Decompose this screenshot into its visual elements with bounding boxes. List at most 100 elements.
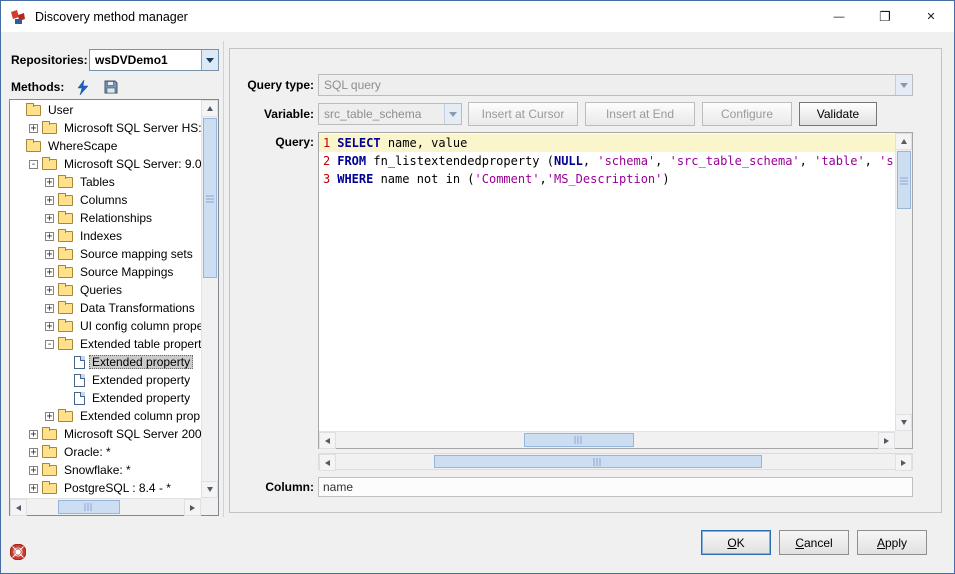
repositories-combo-arrow-icon[interactable]	[201, 50, 218, 70]
column-field[interactable]	[318, 477, 913, 497]
minimize-button[interactable]: —	[816, 1, 862, 32]
variable-combo[interactable]: src_table_schema	[318, 103, 462, 125]
collapse-icon[interactable]: -	[29, 160, 38, 169]
window-title: Discovery method manager	[35, 10, 188, 24]
tree-item[interactable]: +Source Mappings	[11, 263, 201, 281]
expand-icon[interactable]: +	[29, 466, 38, 475]
scroll-right-icon[interactable]	[184, 499, 201, 516]
code-line[interactable]: 3WHERE name not in ('Comment','MS_Descri…	[319, 170, 895, 188]
expand-icon[interactable]: +	[29, 448, 38, 457]
tree-horizontal-scrollbar[interactable]	[10, 498, 201, 515]
tree-vscroll-thumb[interactable]	[203, 118, 217, 278]
methods-row: Methods:	[11, 77, 219, 97]
editor-vertical-scrollbar[interactable]	[895, 133, 912, 431]
query-pane-horizontal-scrollbar[interactable]	[318, 453, 913, 470]
scroll-up-icon[interactable]	[201, 100, 218, 117]
insert-at-cursor-button[interactable]: Insert at Cursor	[468, 102, 578, 126]
tree-item[interactable]: +Indexes	[11, 227, 201, 245]
code-line[interactable]: 1SELECT name, value	[319, 134, 895, 152]
save-method-icon[interactable]	[102, 78, 120, 96]
scroll-left-icon[interactable]	[319, 432, 336, 449]
folder-icon	[42, 447, 57, 458]
expand-icon[interactable]: +	[45, 232, 54, 241]
tree-item[interactable]: WhereScape	[11, 137, 201, 155]
cancel-button[interactable]: Cancel	[779, 530, 849, 555]
line-number: 1	[323, 136, 330, 150]
tree-item[interactable]: User	[11, 101, 201, 119]
expand-icon[interactable]: +	[29, 484, 38, 493]
tree-item-label: Oracle: *	[61, 445, 114, 459]
expand-icon[interactable]: +	[45, 268, 54, 277]
tree-item[interactable]: -Microsoft SQL Server: 9.0 -	[11, 155, 201, 173]
scroll-right-icon[interactable]	[878, 432, 895, 449]
help-lifebuoy-icon[interactable]	[10, 544, 26, 560]
method-tree: User + Microsoft SQL Server HS: S WhereScap…	[11, 101, 201, 498]
ok-button[interactable]: OK	[701, 530, 771, 555]
tree-item-label: Tables	[77, 175, 118, 189]
tree-item-label: Microsoft SQL Server HS: S	[61, 121, 201, 135]
expand-icon[interactable]: +	[45, 286, 54, 295]
collapse-icon[interactable]: -	[45, 340, 54, 349]
apply-button[interactable]: Apply	[857, 530, 927, 555]
tree-item[interactable]: +Queries	[11, 281, 201, 299]
tree-vertical-scrollbar[interactable]	[201, 100, 218, 498]
query-editor-content[interactable]: 1SELECT name, value2FROM fn_listextended…	[319, 133, 895, 431]
line-number: 2	[323, 154, 330, 168]
expand-icon[interactable]: +	[45, 178, 54, 187]
tree-item[interactable]: +Data Transformations	[11, 299, 201, 317]
tree-item-label: Columns	[77, 193, 130, 207]
maximize-button[interactable]: ❐	[862, 1, 908, 32]
tree-item[interactable]: +UI config column prope	[11, 317, 201, 335]
tree-item[interactable]: + Columns	[11, 191, 201, 209]
tree-item[interactable]: + Oracle: *	[11, 443, 201, 461]
expand-icon[interactable]: +	[45, 250, 54, 259]
editor-hscroll-thumb[interactable]	[524, 433, 634, 447]
query-editor[interactable]: 1SELECT name, value2FROM fn_listextended…	[318, 132, 913, 449]
editor-horizontal-scrollbar[interactable]	[319, 431, 895, 448]
folder-icon	[58, 177, 73, 188]
tree-item[interactable]: +Snowflake: *	[11, 461, 201, 479]
tree-item[interactable]: Extended property	[11, 353, 201, 371]
tree-item[interactable]: Extended property	[11, 389, 201, 407]
query-type-combo[interactable]: SQL query	[318, 74, 913, 96]
tree-item[interactable]: Extended property	[11, 371, 201, 389]
scroll-right-icon[interactable]	[895, 454, 912, 471]
tree-item[interactable]: +Relationships	[11, 209, 201, 227]
tree-item[interactable]: +Extended column prop	[11, 407, 201, 425]
scroll-left-icon[interactable]	[319, 454, 336, 471]
tree-item[interactable]: + Tables	[11, 173, 201, 191]
method-tree-panel: User + Microsoft SQL Server HS: S WhereScap…	[9, 99, 219, 516]
scroll-left-icon[interactable]	[10, 499, 27, 516]
expand-icon[interactable]: +	[45, 322, 54, 331]
expand-icon[interactable]: +	[45, 304, 54, 313]
tree-item[interactable]: -Extended table propert	[11, 335, 201, 353]
configure-button[interactable]: Configure	[702, 102, 792, 126]
folder-icon	[42, 429, 57, 440]
expand-icon[interactable]: +	[45, 214, 54, 223]
tree-item[interactable]: + Microsoft SQL Server HS: S	[11, 119, 201, 137]
scroll-down-icon[interactable]	[201, 481, 218, 498]
insert-at-end-button[interactable]: Insert at End	[585, 102, 695, 126]
expand-icon[interactable]: +	[29, 430, 38, 439]
expand-icon[interactable]: +	[29, 124, 38, 133]
expand-icon[interactable]: +	[45, 412, 54, 421]
panel-splitter[interactable]	[223, 41, 224, 517]
tree-item[interactable]: +PostgreSQL : 8.4 - *	[11, 479, 201, 497]
editor-vscroll-thumb[interactable]	[897, 151, 911, 209]
document-icon	[74, 356, 85, 369]
code-line[interactable]: 2FROM fn_listextendedproperty (NULL, 'sc…	[319, 152, 895, 170]
refresh-methods-icon[interactable]	[74, 78, 92, 96]
expand-icon[interactable]: +	[45, 196, 54, 205]
folder-icon	[26, 105, 41, 116]
methods-label: Methods:	[11, 80, 64, 94]
scroll-up-icon[interactable]	[895, 133, 912, 150]
validate-button[interactable]: Validate	[799, 102, 877, 126]
scroll-down-icon[interactable]	[895, 414, 912, 431]
tree-hscroll-thumb[interactable]	[58, 500, 120, 514]
query-pane-hscroll-thumb[interactable]	[434, 455, 762, 468]
tree-item[interactable]: +Source mapping sets	[11, 245, 201, 263]
close-button[interactable]: ✕	[908, 1, 954, 32]
repositories-combo[interactable]: wsDVDemo1	[89, 49, 219, 71]
code-token: SELECT	[337, 136, 380, 150]
tree-item[interactable]: +Microsoft SQL Server 2000	[11, 425, 201, 443]
